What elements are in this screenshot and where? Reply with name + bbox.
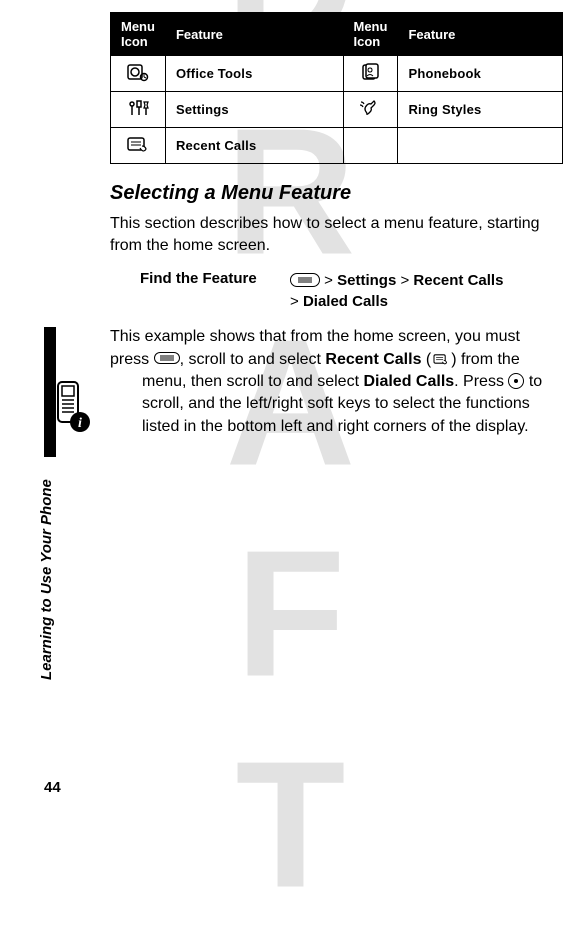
table-row: Office Tools Phonebook <box>111 56 563 92</box>
phonebook-icon <box>343 56 398 92</box>
th-feature-2: Feature <box>398 13 563 56</box>
path-dialed-calls: Dialed Calls <box>303 293 388 310</box>
phonebook-label: Phonebook <box>398 56 563 92</box>
page-number: 44 <box>44 779 61 796</box>
recent-calls-inline-icon <box>431 352 451 366</box>
intro-paragraph: This section describes how to select a m… <box>110 213 563 256</box>
ring-styles-icon <box>343 92 398 128</box>
table-row: Recent Calls <box>111 128 563 164</box>
example-paragraph: This example shows that from the home sc… <box>110 326 563 438</box>
find-feature-path: > Settings > Recent Calls > Dialed Calls <box>290 270 563 312</box>
th-menu-icon-2: Menu Icon <box>343 13 398 56</box>
empty-feature-cell <box>398 128 563 164</box>
section-side-label: Learning to Use Your Phone <box>38 479 55 680</box>
text: ( <box>421 351 431 368</box>
recent-calls-inline: Recent Calls <box>325 351 421 368</box>
section-heading: Selecting a Menu Feature <box>110 182 563 205</box>
menu-icon-table: Menu Icon Feature Menu Icon Feature Off <box>110 12 563 164</box>
text: , scroll to and select <box>180 351 326 368</box>
gt: > <box>400 272 409 289</box>
gt: > <box>290 293 299 310</box>
text: ) from the <box>451 351 519 368</box>
find-feature-label: Find the Feature <box>110 270 290 287</box>
office-tools-label: Office Tools <box>165 56 343 92</box>
nav-disc-icon <box>508 373 524 389</box>
empty-icon-cell <box>343 128 398 164</box>
path-recent-calls: Recent Calls <box>413 272 503 289</box>
settings-label: Settings <box>165 92 343 128</box>
ring-styles-label: Ring Styles <box>398 92 563 128</box>
office-tools-icon <box>111 56 166 92</box>
th-feature-1: Feature <box>165 13 343 56</box>
table-row: Settings Ring Styles <box>111 92 563 128</box>
settings-icon <box>111 92 166 128</box>
svg-text:i: i <box>78 416 82 431</box>
text: menu, then scroll to and select <box>142 373 363 390</box>
path-settings: Settings <box>337 272 396 289</box>
find-feature-row: Find the Feature > Settings > Recent Cal… <box>110 270 563 312</box>
gt: > <box>324 272 333 289</box>
recent-calls-icon <box>111 128 166 164</box>
menu-key-icon <box>154 352 180 364</box>
phone-info-icon: i <box>50 380 94 439</box>
dialed-calls-inline: Dialed Calls <box>363 373 454 390</box>
menu-key-icon <box>290 273 320 287</box>
th-menu-icon-1: Menu Icon <box>111 13 166 56</box>
text: . Press <box>454 373 508 390</box>
recent-calls-label: Recent Calls <box>165 128 343 164</box>
